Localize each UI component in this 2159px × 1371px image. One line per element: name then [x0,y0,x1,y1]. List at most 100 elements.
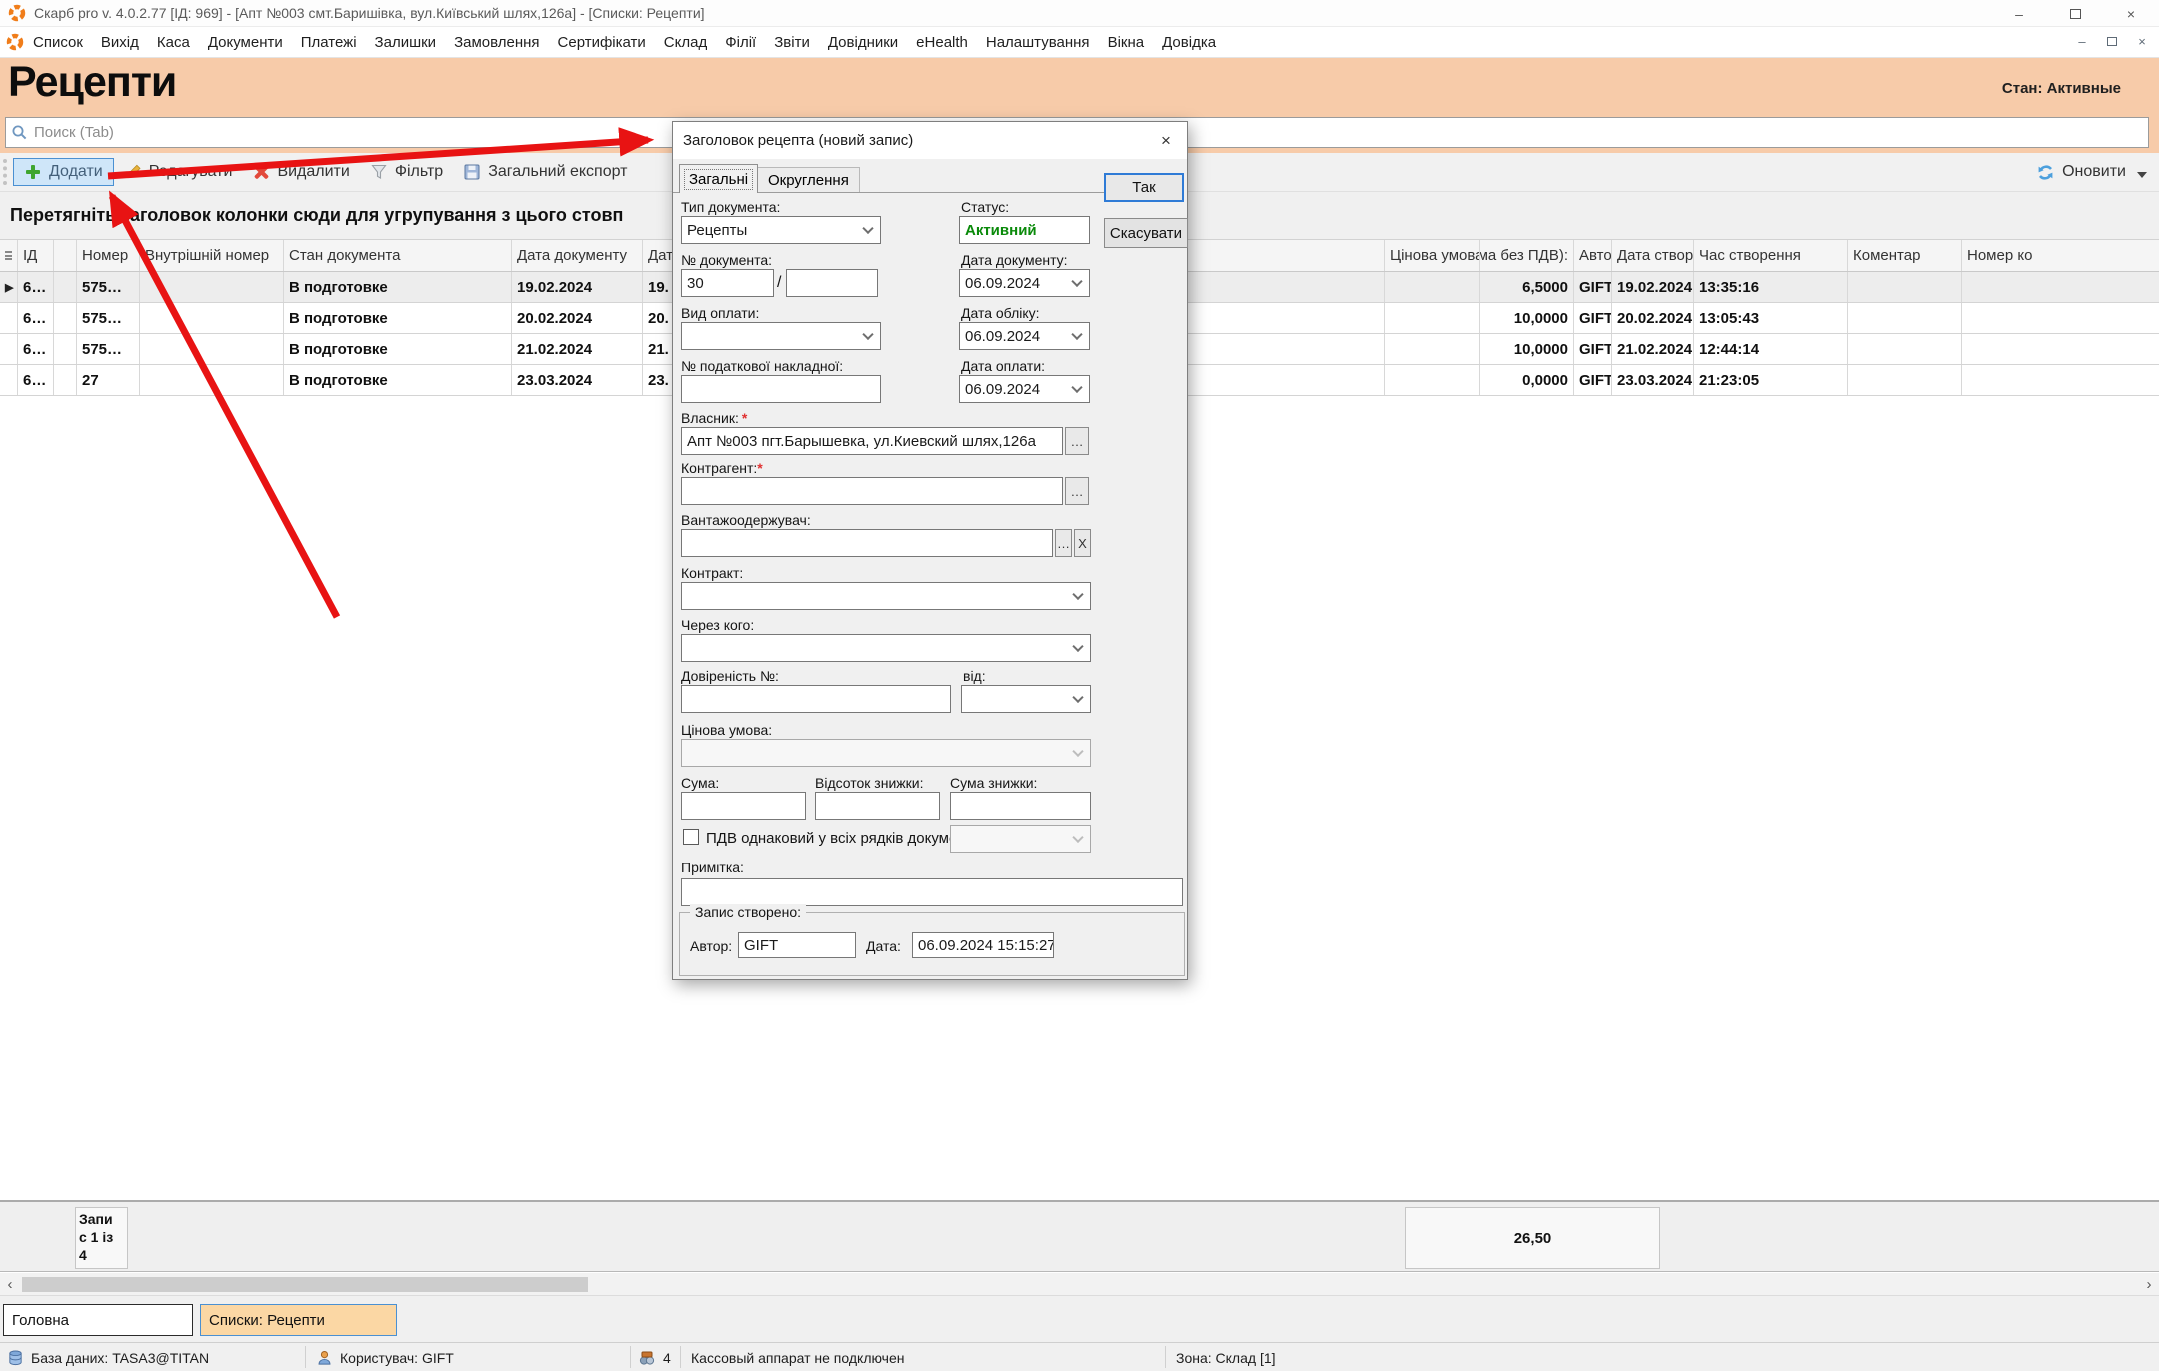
account-date-combobox[interactable]: 06.09.2024 [959,322,1090,350]
contractor-field[interactable] [681,477,1063,505]
menu-item-dovidnyky[interactable]: Довідники [819,34,907,51]
proxy-field[interactable] [681,685,951,713]
column-header-number-k[interactable]: Номер ко [1962,240,2159,271]
statusbar-separator [630,1346,631,1368]
created-date-label: Дата: [866,938,901,954]
menu-item-sertyfikaty[interactable]: Сертифікати [549,34,655,51]
payment-kind-combobox[interactable] [681,322,881,350]
from-date-combobox[interactable] [961,685,1091,713]
status-field[interactable]: Активний [959,216,1090,244]
consignee-field[interactable] [681,529,1053,557]
menu-item-sklad[interactable]: Склад [655,34,716,51]
column-header-number[interactable]: Номер [77,240,140,271]
mdi-minimize-icon[interactable]: – [2071,31,2093,51]
price-condition-combobox[interactable] [681,739,1091,767]
contract-combobox[interactable] [681,582,1091,610]
refresh-dropdown-icon[interactable] [2137,172,2147,178]
mdi-close-icon[interactable]: × [2131,31,2153,51]
column-header-created-time[interactable]: Час створення [1694,240,1848,271]
menu-item-nalashtuvannya[interactable]: Налаштування [977,34,1099,51]
dialog-close-icon[interactable]: × [1145,122,1187,159]
vat-same-checkbox[interactable] [683,829,699,845]
owner-field[interactable]: Апт №003 пгт.Барышевка, ул.Киевский шлях… [681,427,1063,455]
tax-invoice-field[interactable] [681,375,881,403]
doc-date-combobox[interactable]: 06.09.2024 [959,269,1090,297]
chevron-down-icon [862,329,873,340]
column-header-doc-state[interactable]: Стан документа [284,240,512,271]
maximize-icon[interactable] [2047,0,2103,27]
column-header-price-condition[interactable]: Цінова умова [1385,240,1480,271]
discount-sum-field[interactable] [950,792,1091,820]
contractor-browse-button[interactable]: … [1065,477,1089,505]
author-field[interactable]: GIFT [738,932,856,958]
column-header-id[interactable]: ІД [18,240,54,271]
from-label: від: [963,668,986,684]
doc-no-suffix-field[interactable] [786,269,878,297]
sum-field[interactable] [681,792,806,820]
refresh-button[interactable]: Оновити [2036,163,2147,182]
menu-item-platezhi[interactable]: Платежі [292,34,366,51]
refresh-icon [2036,163,2055,182]
scrollbar-thumb[interactable] [22,1277,588,1292]
cancel-button[interactable]: Скасувати [1104,218,1188,248]
add-button[interactable]: Додати [13,158,114,186]
chevron-down-icon [1072,832,1083,843]
column-header-internal-number[interactable]: Внутрішній номер [140,240,284,271]
page-title: Рецепти [8,58,176,107]
toolbar-grip[interactable] [3,159,8,185]
minimize-icon[interactable]: – [1991,0,2047,27]
menu-item-spisok[interactable]: Список [24,34,92,51]
horizontal-scrollbar[interactable]: ‹ › [0,1273,2159,1296]
discount-percent-field[interactable] [815,792,940,820]
menu-item-dovidka[interactable]: Довідка [1153,34,1225,51]
menu-item-dokumenty[interactable]: Документи [199,34,292,51]
column-header-author[interactable]: Автор [1574,240,1612,271]
dialog-tab-general[interactable]: Загальні [679,164,758,193]
export-button-label: Загальний експорт [488,163,627,181]
note-field[interactable] [681,878,1183,906]
via-combobox[interactable] [681,634,1091,662]
menu-item-zvity[interactable]: Звіти [765,34,819,51]
tab-home[interactable]: Головна [3,1304,193,1336]
owner-browse-button[interactable]: … [1065,427,1089,455]
edit-button[interactable]: Редагувати [114,159,243,185]
doc-type-combobox[interactable]: Рецепты [681,216,881,244]
column-chooser-icon[interactable] [0,240,18,271]
user-label: Користувач: GIFT [340,1350,454,1366]
consignee-browse-button[interactable]: … [1055,529,1072,557]
scroll-right-icon[interactable]: › [2141,1273,2157,1296]
statusbar-separator [680,1346,681,1368]
vat-rate-combobox[interactable] [950,825,1091,853]
cash-count-label: 4 [663,1350,671,1366]
floppy-icon [463,163,481,181]
menu-item-vyhid[interactable]: Вихід [92,34,148,51]
menu-item-zamovlennya[interactable]: Замовлення [445,34,548,51]
consignee-clear-button[interactable]: X [1074,529,1091,557]
export-button[interactable]: Загальний експорт [453,159,637,185]
menu-item-ehealth[interactable]: eHealth [907,34,977,51]
menu-item-filii[interactable]: Філії [716,34,765,51]
menu-item-vikna[interactable]: Вікна [1099,34,1154,51]
chevron-down-icon [1071,329,1082,340]
cell-doc-state: В подготовке [284,334,512,364]
delete-button[interactable]: Видалити [242,159,359,185]
ok-button[interactable]: Так [1104,173,1184,202]
menu-item-zalyshky[interactable]: Залишки [366,34,446,51]
column-header-created-date[interactable]: Дата створе… [1612,240,1694,271]
filter-button[interactable]: Фільтр [360,159,453,185]
column-header-comment[interactable]: Коментар [1848,240,1962,271]
dialog-tab-rounding[interactable]: Округлення [757,167,860,193]
column-header-doc-date[interactable]: Дата документу [512,240,643,271]
cell-blank [54,272,77,302]
tab-lists-recipes[interactable]: Списки: Рецепти [200,1304,397,1336]
close-icon[interactable]: × [2103,0,2159,27]
column-header-blank[interactable] [54,240,77,271]
bottom-tab-bar: Головна Списки: Рецепти [0,1296,2159,1342]
created-date-field[interactable]: 06.09.2024 15:15:27 [912,932,1054,958]
scroll-left-icon[interactable]: ‹ [2,1273,18,1296]
column-header-sum-no-vat[interactable]: Сума без ПДВ): [1480,240,1574,271]
mdi-restore-icon[interactable] [2101,31,2123,51]
doc-no-field[interactable]: 30 [681,269,774,297]
pay-date-combobox[interactable]: 06.09.2024 [959,375,1090,403]
menu-item-kasa[interactable]: Каса [148,34,199,51]
